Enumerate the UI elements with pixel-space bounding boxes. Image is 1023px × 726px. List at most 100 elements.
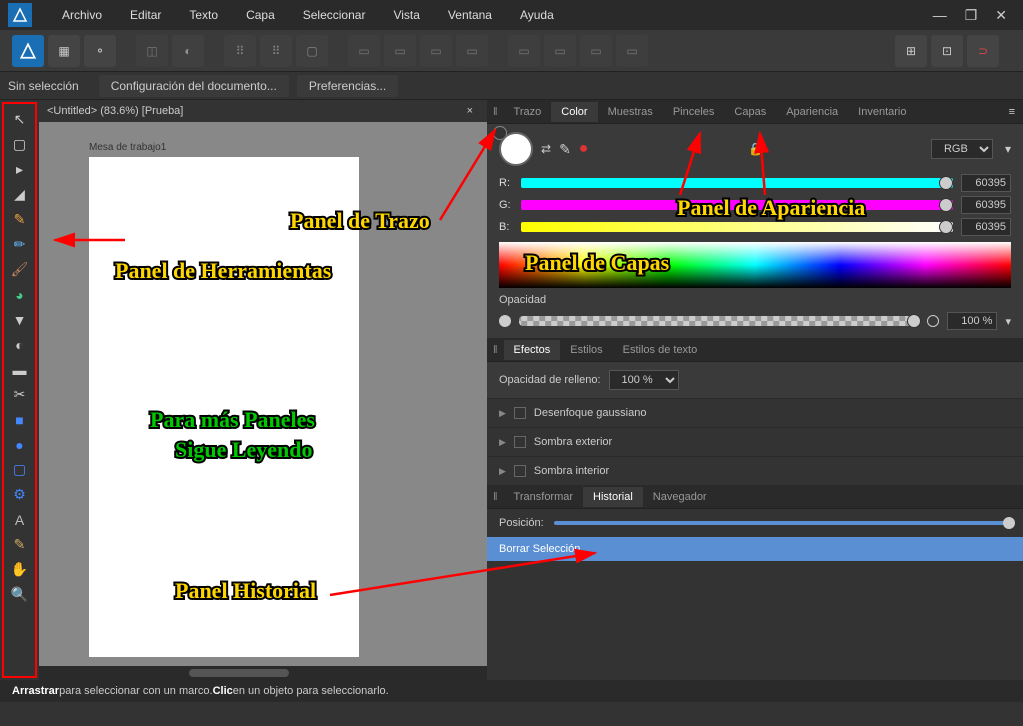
artboard-tool-icon[interactable]: ▢: [7, 133, 33, 156]
tab-transformar[interactable]: Transformar: [504, 487, 584, 507]
fill-swatch[interactable]: [499, 132, 533, 166]
zoom-tool-icon[interactable]: 🔍: [7, 583, 33, 606]
fx-checkbox[interactable]: [514, 407, 526, 419]
pencil-tool-icon[interactable]: ✏: [7, 233, 33, 256]
history-item[interactable]: Borrar Selección: [487, 537, 1023, 561]
doc-config-button[interactable]: Configuración del documento...: [99, 75, 289, 97]
eyedropper-tool-icon[interactable]: ✎: [7, 533, 33, 556]
move-tool-icon[interactable]: ↖: [7, 108, 33, 131]
eyedropper-icon[interactable]: ✎: [559, 141, 571, 158]
brush-tool-icon[interactable]: 🖌: [7, 258, 33, 281]
align3-icon[interactable]: ▭: [420, 35, 452, 67]
maximize-icon[interactable]: ❐: [965, 7, 978, 24]
gradient-tool-icon[interactable]: ▬: [7, 358, 33, 381]
lock-icon[interactable]: 🔒: [748, 142, 763, 156]
arrange4-icon[interactable]: ▭: [616, 35, 648, 67]
fx-gaussian-blur[interactable]: ▶ Desenfoque gaussiano: [487, 398, 1023, 427]
color-dot-icon[interactable]: ●: [579, 140, 589, 158]
align2-icon[interactable]: ▭: [384, 35, 416, 67]
ellipse-tool-icon[interactable]: ●: [7, 433, 33, 456]
menu-seleccionar[interactable]: Seleccionar: [289, 4, 380, 26]
opacity-dropdown-icon[interactable]: ▾: [1005, 315, 1011, 328]
transparency-tool-icon[interactable]: ◐: [7, 333, 33, 356]
fx-checkbox[interactable]: [514, 436, 526, 448]
node-tool-icon[interactable]: ▸: [7, 158, 33, 181]
tab-capas[interactable]: Capas: [724, 102, 776, 122]
close-document-icon[interactable]: ×: [461, 105, 479, 117]
fx-outer-shadow[interactable]: ▶ Sombra exterior: [487, 427, 1023, 456]
dots-icon[interactable]: ⠿: [224, 35, 256, 67]
fill-opacity-select[interactable]: 100 %: [609, 370, 679, 390]
expand-icon[interactable]: ▶: [499, 437, 506, 448]
opacity-value[interactable]: 100 %: [947, 312, 997, 330]
hist-toggle-icon[interactable]: ‖: [487, 491, 504, 503]
crop-tool-icon[interactable]: ✂: [7, 383, 33, 406]
arrange2-icon[interactable]: ▭: [544, 35, 576, 67]
panel-menu-icon[interactable]: ≡: [1001, 106, 1023, 118]
artboard[interactable]: [89, 157, 359, 657]
tab-historial[interactable]: Historial: [583, 487, 643, 507]
tab-efectos[interactable]: Efectos: [504, 340, 561, 360]
option-icon[interactable]: ⊡: [931, 35, 963, 67]
text-tool-icon[interactable]: A: [7, 508, 33, 531]
r-slider[interactable]: [521, 178, 953, 188]
align4-icon[interactable]: ▭: [456, 35, 488, 67]
fx-checkbox[interactable]: [514, 465, 526, 477]
transform-icon[interactable]: ▢: [296, 35, 328, 67]
expand-icon[interactable]: ▶: [499, 408, 506, 419]
g-value[interactable]: 60395: [961, 196, 1011, 214]
minimize-icon[interactable]: —: [933, 7, 947, 24]
grid-icon[interactable]: ▦: [48, 35, 80, 67]
align1-icon[interactable]: ▭: [348, 35, 380, 67]
menu-archivo[interactable]: Archivo: [48, 4, 116, 26]
fx-inner-shadow[interactable]: ▶ Sombra interior: [487, 456, 1023, 485]
tab-apariencia[interactable]: Apariencia: [776, 102, 848, 122]
prefs-button[interactable]: Preferencias...: [297, 75, 398, 97]
tab-estilos[interactable]: Estilos: [560, 340, 612, 360]
r-value[interactable]: 60395: [961, 174, 1011, 192]
grid2-icon[interactable]: ⊞: [895, 35, 927, 67]
g-slider[interactable]: [521, 200, 953, 210]
tab-muestras[interactable]: Muestras: [598, 102, 663, 122]
tab-pinceles[interactable]: Pinceles: [663, 102, 725, 122]
menu-texto[interactable]: Texto: [175, 4, 232, 26]
expand-icon[interactable]: ▶: [499, 466, 506, 477]
b-value[interactable]: 60395: [961, 218, 1011, 236]
tab-inventario[interactable]: Inventario: [848, 102, 916, 122]
tab-estilos-texto[interactable]: Estilos de texto: [613, 340, 708, 360]
fill-tool-icon[interactable]: ▼: [7, 308, 33, 331]
opacity-slider[interactable]: [519, 316, 919, 326]
menu-capa[interactable]: Capa: [232, 4, 289, 26]
color-spectrum[interactable]: [499, 242, 1011, 288]
rounded-tool-icon[interactable]: ▢: [7, 458, 33, 481]
shape-tool-icon[interactable]: ■: [7, 408, 33, 431]
tab-color[interactable]: Color: [551, 102, 597, 122]
blur-icon[interactable]: ◐: [172, 35, 204, 67]
mode-dropdown-icon[interactable]: ▾: [1005, 142, 1011, 156]
tab-trazo[interactable]: Trazo: [504, 102, 552, 122]
gear-tool-icon[interactable]: ⚙: [7, 483, 33, 506]
swap-icon[interactable]: ⇄: [541, 142, 551, 156]
share-icon[interactable]: ⚬: [84, 35, 116, 67]
document-tab[interactable]: <Untitled> (83.6%) [Prueba] ×: [39, 100, 487, 122]
close-icon[interactable]: ✕: [995, 7, 1007, 24]
horizontal-scrollbar[interactable]: [39, 666, 487, 680]
arrange1-icon[interactable]: ▭: [508, 35, 540, 67]
color-mode-select[interactable]: RGB: [931, 139, 993, 159]
magnet-icon[interactable]: ⊃: [967, 35, 999, 67]
position-slider[interactable]: [554, 521, 1011, 525]
canvas[interactable]: Mesa de trabajo1: [39, 122, 487, 666]
menu-ventana[interactable]: Ventana: [434, 4, 506, 26]
dots2-icon[interactable]: ⠿: [260, 35, 292, 67]
hand-tool-icon[interactable]: ✋: [7, 558, 33, 581]
menu-vista[interactable]: Vista: [379, 4, 433, 26]
arrange3-icon[interactable]: ▭: [580, 35, 612, 67]
corner-tool-icon[interactable]: ◢: [7, 183, 33, 206]
tab-navegador[interactable]: Navegador: [643, 487, 717, 507]
palette-tool-icon[interactable]: ◕: [7, 283, 33, 306]
fx-toggle-icon[interactable]: ‖: [487, 344, 504, 356]
panel-toggle-icon[interactable]: ‖: [487, 106, 504, 118]
menu-editar[interactable]: Editar: [116, 4, 175, 26]
pen-tool-icon[interactable]: ✎: [7, 208, 33, 231]
cube-icon[interactable]: ◫: [136, 35, 168, 67]
